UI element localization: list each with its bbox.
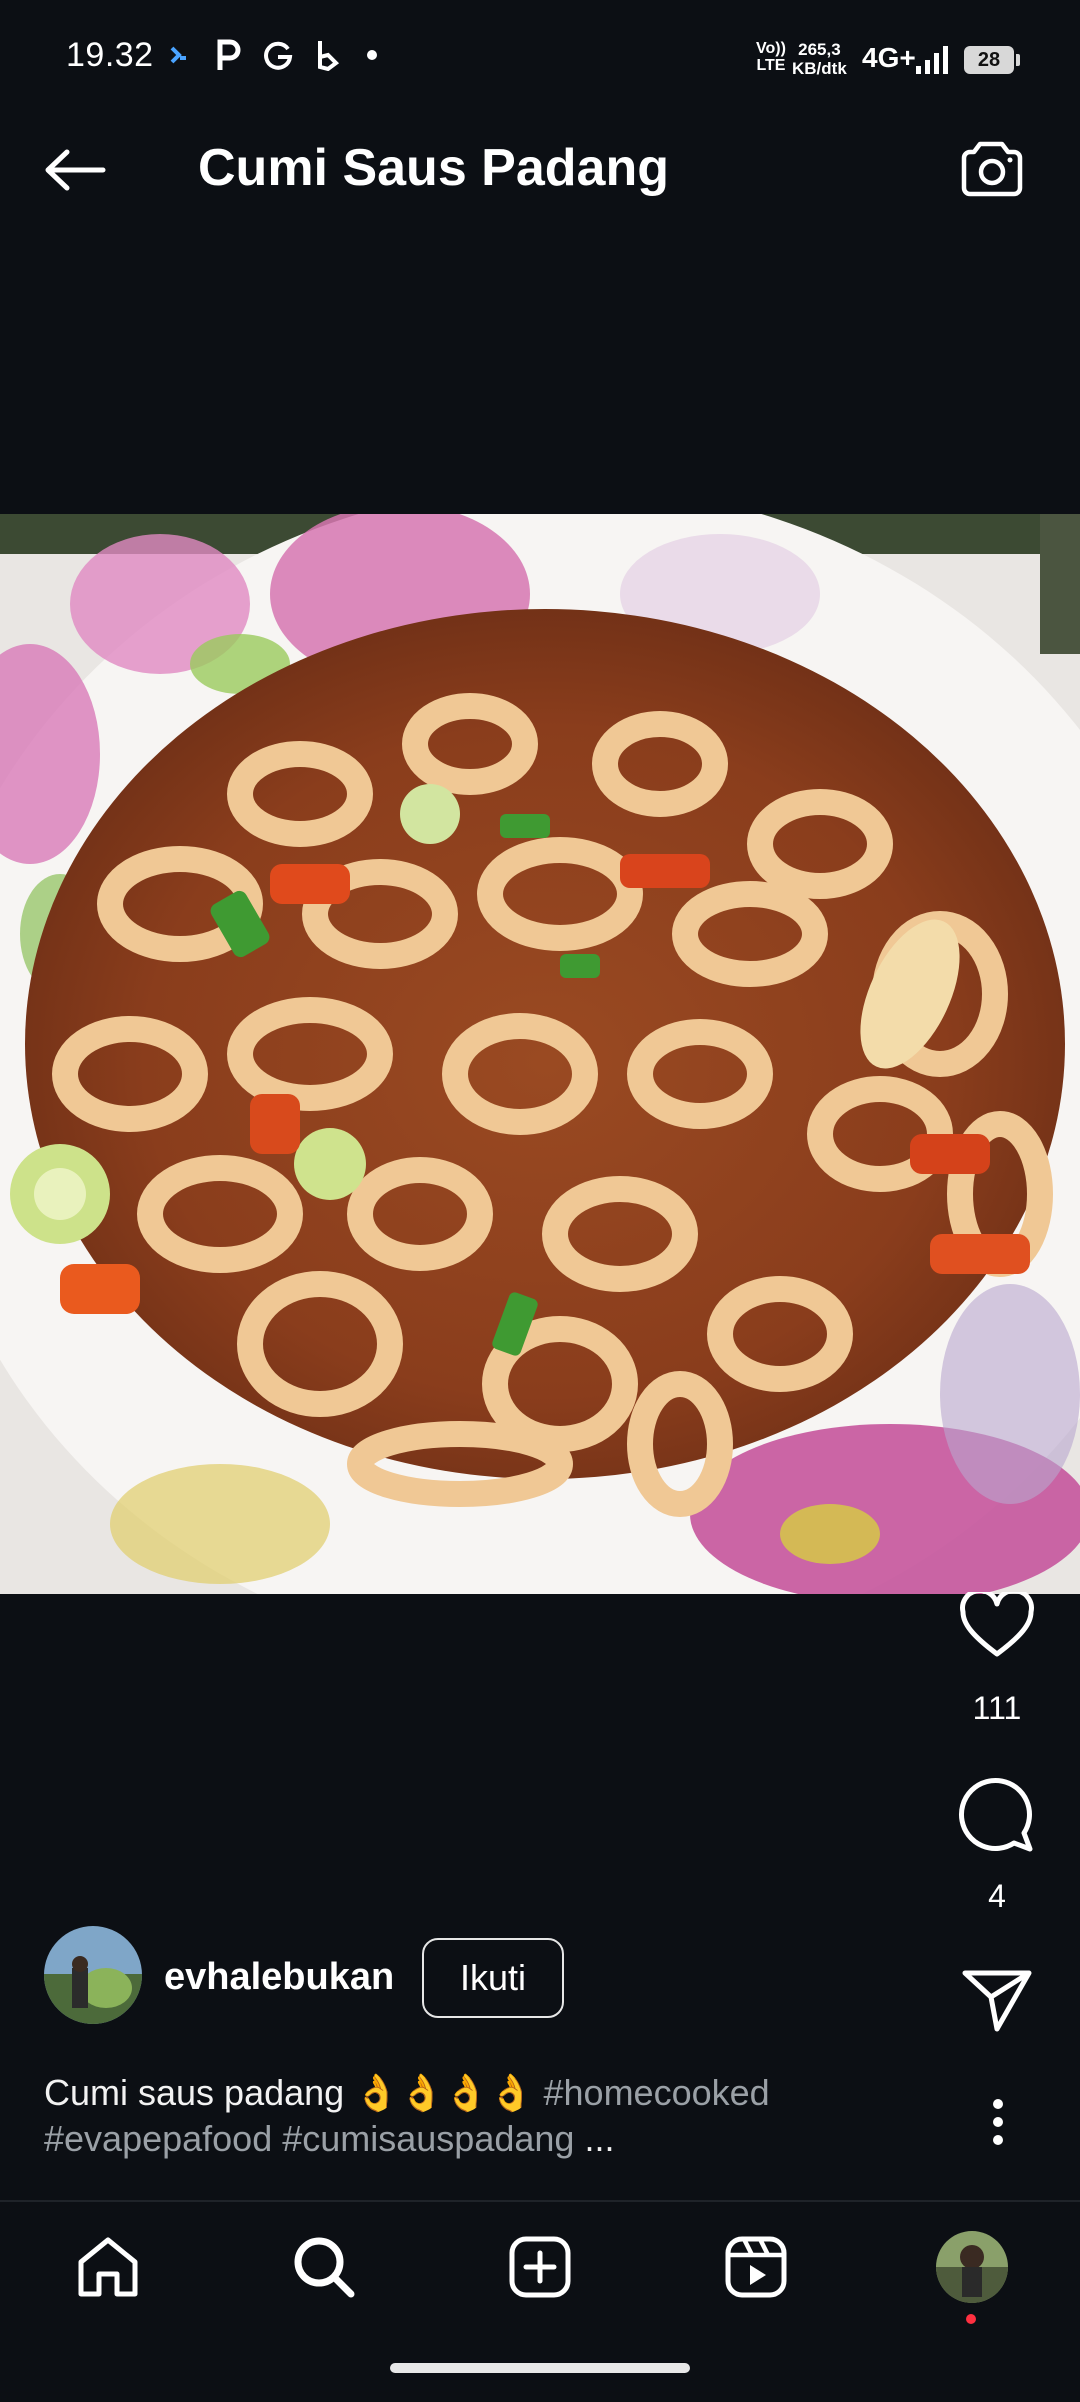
- hashtag-line-1[interactable]: #homecooked: [544, 2072, 770, 2113]
- network-speed: 265,3 KB/dtk: [792, 40, 847, 78]
- home-icon: [78, 2237, 138, 2297]
- squid-dish-image: [0, 514, 1080, 1594]
- b-icon: [314, 38, 340, 72]
- nav-reels-button[interactable]: [706, 2222, 806, 2312]
- arrow-left-icon: [45, 149, 106, 191]
- network-indicator: Vo)) LTE: [756, 40, 786, 74]
- search-icon: [294, 2237, 355, 2298]
- g-icon: [262, 38, 294, 72]
- nav-create-button[interactable]: [490, 2222, 590, 2312]
- app-notification-icon: [168, 38, 190, 72]
- profile-notification-dot: [966, 2314, 976, 2324]
- comment-count[interactable]: 4: [932, 1878, 1062, 1915]
- page-title: Cumi Saus Padang: [198, 139, 669, 197]
- follow-button[interactable]: Ikuti: [422, 1938, 564, 2018]
- like-count[interactable]: 111: [932, 1690, 1062, 1727]
- more-vertical-icon: [993, 2099, 1003, 2145]
- post-photo[interactable]: [0, 514, 1080, 1594]
- back-button[interactable]: [30, 130, 120, 210]
- more-options-button[interactable]: [970, 2090, 1026, 2154]
- author-avatar[interactable]: [44, 1926, 142, 2024]
- like-button[interactable]: [952, 1584, 1042, 1668]
- hashtag-line-2[interactable]: #evapepafood #cumisauspadang: [44, 2118, 574, 2159]
- reels-icon: [725, 2236, 787, 2298]
- heart-icon: [960, 1592, 1034, 1657]
- camera-button[interactable]: [948, 130, 1036, 210]
- camera-icon: [961, 141, 1023, 197]
- nav-profile-button[interactable]: [922, 2222, 1022, 2312]
- profile-avatar: [936, 2231, 1008, 2303]
- home-indicator[interactable]: [390, 2363, 690, 2373]
- share-button[interactable]: [952, 1958, 1042, 2042]
- signal-bars-icon: [914, 44, 950, 81]
- send-icon: [962, 1970, 1032, 2032]
- caption-more[interactable]: ...: [584, 2118, 614, 2159]
- battery-icon: 28: [964, 46, 1020, 74]
- p-icon: [214, 38, 244, 72]
- signal-type: 4G+: [862, 42, 916, 73]
- post-caption[interactable]: Cumi saus padang 👌👌👌👌 #homecooked #evape…: [44, 2070, 924, 2162]
- create-icon: [509, 2236, 571, 2298]
- status-time: 19.32: [66, 36, 154, 74]
- nav-home-button[interactable]: [58, 2222, 158, 2312]
- author-username[interactable]: evhalebukan: [164, 1956, 394, 1999]
- caption-text: Cumi saus padang 👌👌👌👌: [44, 2072, 534, 2113]
- dot-icon: [366, 38, 378, 72]
- comment-icon: [959, 1778, 1033, 1852]
- comment-button[interactable]: [952, 1770, 1042, 1860]
- nav-search-button[interactable]: [274, 2222, 374, 2312]
